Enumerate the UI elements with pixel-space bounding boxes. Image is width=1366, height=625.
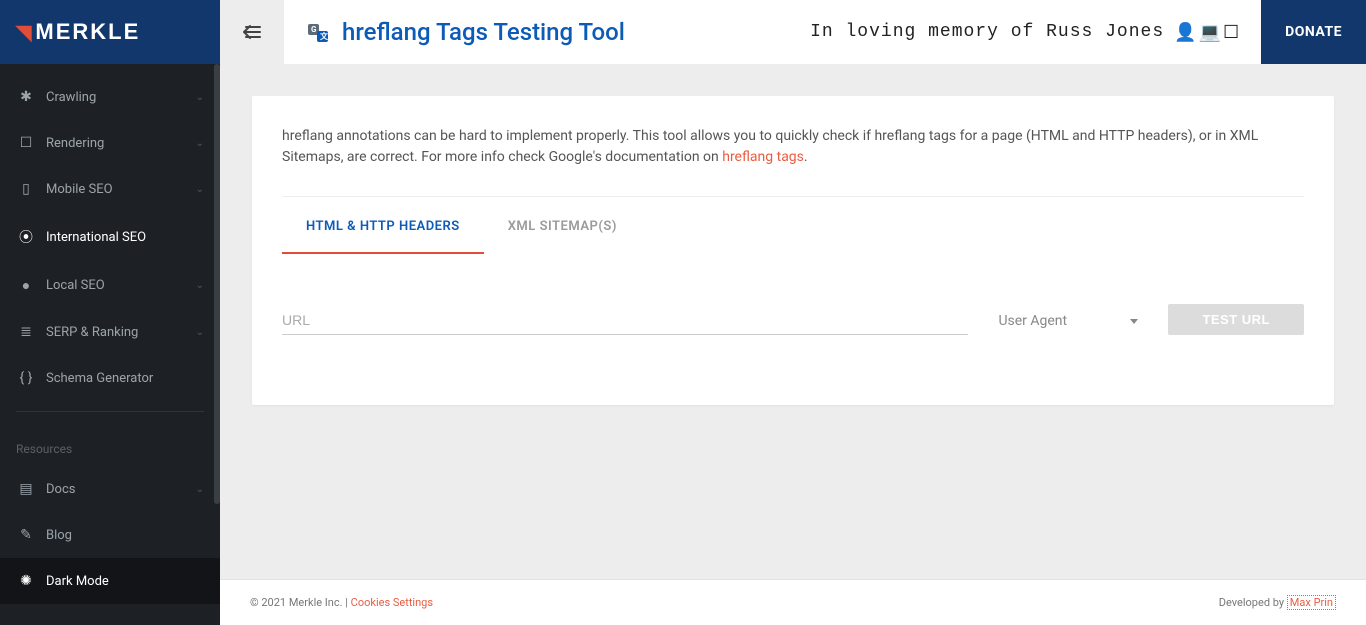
- sidebar-collapse-button[interactable]: [220, 0, 284, 64]
- svg-text:G: G: [311, 25, 317, 34]
- sidebar-item-blog[interactable]: ✎ Blog: [0, 512, 220, 558]
- docs-icon: ▤: [16, 481, 36, 497]
- brand-logo[interactable]: ◥ MERKLE: [0, 0, 220, 64]
- tribute-text: In loving memory of Russ Jones: [810, 22, 1164, 42]
- user-agent-label: User Agent: [998, 313, 1067, 329]
- sidebar-item-international-seo[interactable]: ⦿ International SEO: [0, 212, 220, 262]
- sidebar-heading-resources: Resources: [0, 422, 220, 466]
- url-input[interactable]: [282, 306, 968, 335]
- translate-icon: G文: [306, 19, 330, 44]
- test-url-button[interactable]: TEST URL: [1168, 304, 1304, 335]
- pin-icon: ●: [16, 277, 36, 294]
- sidebar-item-label: SERP & Ranking: [46, 325, 138, 340]
- main-card: hreflang annotations can be hard to impl…: [252, 96, 1334, 405]
- screen-icon: ☐: [16, 135, 36, 151]
- chevron-down-icon: ⌄: [196, 327, 204, 338]
- laptop-icon: 💻: [1199, 22, 1221, 43]
- donate-label: DONATE: [1285, 24, 1342, 40]
- intro-link[interactable]: hreflang tags: [722, 149, 804, 165]
- mobile-icon: ▯: [16, 181, 36, 197]
- hamburger-arrow-icon: [240, 20, 264, 44]
- sidebar-item-label: Rendering: [46, 136, 104, 151]
- sidebar-item-docs[interactable]: ▤ Docs ⌄: [0, 466, 220, 512]
- pen-icon: ✎: [16, 527, 36, 543]
- tab-label: XML SITEMAP(S): [508, 219, 617, 234]
- topbar: G文 hreflang Tags Testing Tool In loving …: [220, 0, 1366, 64]
- list-icon: ≣: [16, 324, 36, 340]
- sidebar-item-crawling[interactable]: ✱ Crawling ⌄: [0, 74, 220, 120]
- sidebar-item-serp-ranking[interactable]: ≣ SERP & Ranking ⌄: [0, 309, 220, 355]
- chevron-down-icon: ⌄: [196, 138, 204, 149]
- sidebar-item-label: Crawling: [46, 90, 96, 105]
- sidebar-item-dark-mode[interactable]: ✺ Dark Mode: [0, 558, 220, 604]
- cookies-settings-link[interactable]: Cookies Settings: [351, 596, 433, 609]
- intro-text: hreflang annotations can be hard to impl…: [282, 126, 1304, 197]
- developed-by-label: Developed by: [1219, 596, 1287, 609]
- footer-copyright: © 2021 Merkle Inc. |: [250, 596, 351, 609]
- sidebar-item-label: Local SEO: [46, 278, 105, 293]
- brand-text: MERKLE: [35, 19, 140, 45]
- intro-suffix: .: [804, 149, 808, 165]
- page-title: hreflang Tags Testing Tool: [342, 18, 625, 46]
- tribute-icons: 👤 💻 ☐: [1174, 22, 1239, 43]
- chevron-down-icon: ⌄: [196, 484, 204, 495]
- sidebar-item-label: Dark Mode: [46, 574, 109, 589]
- sidebar-item-label: Schema Generator: [46, 371, 153, 386]
- bug-icon: ✱: [16, 89, 36, 105]
- sidebar-divider: [16, 411, 204, 412]
- tabs: HTML & HTTP HEADERS XML SITEMAP(S): [282, 201, 1304, 254]
- gear-icon: ✺: [16, 573, 36, 589]
- box-icon: ☐: [1223, 22, 1239, 43]
- sidebar-item-rendering[interactable]: ☐ Rendering ⌄: [0, 120, 220, 166]
- user-agent-select[interactable]: User Agent: [998, 313, 1138, 335]
- brand-arrow-icon: ◥: [16, 20, 33, 45]
- braces-icon: { }: [16, 370, 36, 386]
- chevron-down-icon: ⌄: [196, 92, 204, 103]
- sidebar: ◥ MERKLE ✱ Crawling ⌄ ☐ Rendering ⌄ ▯ Mo…: [0, 0, 220, 625]
- sidebar-item-label: International SEO: [46, 230, 146, 245]
- globe-icon: ⦿: [16, 227, 36, 247]
- donate-button[interactable]: DONATE: [1261, 0, 1366, 64]
- caret-down-icon: [1130, 319, 1138, 324]
- sidebar-item-mobile-seo[interactable]: ▯ Mobile SEO ⌄: [0, 166, 220, 212]
- sidebar-item-local-seo[interactable]: ● Local SEO ⌄: [0, 262, 220, 309]
- chevron-down-icon: ⌄: [196, 280, 204, 291]
- test-url-label: TEST URL: [1202, 312, 1270, 327]
- sidebar-item-label: Mobile SEO: [46, 182, 113, 197]
- sidebar-item-schema-generator[interactable]: { } Schema Generator: [0, 355, 220, 401]
- developer-link[interactable]: Max Prin: [1287, 595, 1336, 610]
- sidebar-item-label: Blog: [46, 528, 72, 543]
- chevron-down-icon: ⌄: [196, 184, 204, 195]
- tab-xml-sitemap[interactable]: XML SITEMAP(S): [484, 201, 641, 254]
- footer: © 2021 Merkle Inc. | Cookies Settings De…: [220, 579, 1366, 625]
- person-icon: 👤: [1174, 22, 1196, 43]
- svg-text:文: 文: [320, 31, 329, 41]
- tab-html-headers[interactable]: HTML & HTTP HEADERS: [282, 201, 484, 254]
- tab-label: HTML & HTTP HEADERS: [306, 219, 460, 234]
- sidebar-item-label: Docs: [46, 482, 75, 497]
